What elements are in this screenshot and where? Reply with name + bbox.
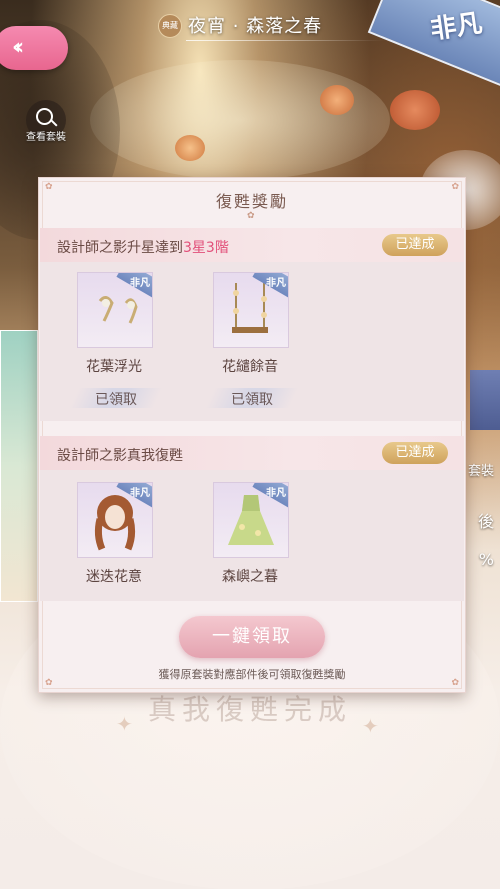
- section-condition: 設計師之影真我復甦: [57, 448, 183, 464]
- reward-item-name: 花葉浮光: [86, 359, 142, 375]
- revival-reward-dialog: ✿ ✿ ✿ ✿ 復甦獎勵 ✿ 設計師之影升星達到3星3階 已達成 非凡 花葉浮光: [38, 177, 466, 693]
- outfit-title: 夜宵 · 森落之春: [188, 16, 323, 37]
- reward-item-icon: 非凡: [213, 272, 289, 348]
- claimed-label-text: 已領取: [231, 392, 273, 408]
- rarity-tag-label: 非凡: [130, 488, 150, 499]
- right-fragment-text: 套裝: [467, 464, 494, 479]
- reward-item-name: 迷迭花意: [86, 569, 142, 585]
- side-outfit-card[interactable]: [0, 330, 38, 602]
- rarity-tag-label: 非凡: [130, 278, 150, 289]
- claim-all-button[interactable]: 一鍵領取: [179, 616, 325, 658]
- section-rewards: 非凡 迷迭花意 非凡 森嶼之暮: [40, 470, 464, 601]
- reward-item-icon: 非凡: [77, 482, 153, 558]
- section-header: 設計師之影升星達到3星3階 已達成: [40, 228, 464, 262]
- reward-item-icon: 非凡: [213, 482, 289, 558]
- double-chevron-left-icon: ‹‹: [12, 35, 24, 60]
- rarity-label: 非凡: [428, 8, 485, 46]
- claimed-label: 已領取: [204, 386, 300, 410]
- reward-item[interactable]: 非凡 迷迭花意: [66, 482, 166, 592]
- section-header: 設計師之影真我復甦 已達成: [40, 436, 464, 470]
- achieved-badge: 已達成: [382, 234, 448, 256]
- title-underline: [186, 40, 386, 41]
- dialog-title: 復甦獎勵: [215, 192, 288, 211]
- sparkle-icon: ✦: [116, 712, 133, 736]
- section-rewards: 非凡 花葉浮光 已領取 非凡 花繾餘音 已領取: [40, 262, 464, 421]
- rarity-tag-label: 非凡: [266, 278, 286, 289]
- reward-item[interactable]: 非凡 森嶼之暮: [202, 482, 302, 592]
- reward-item[interactable]: 非凡 花葉浮光 已領取: [66, 272, 166, 422]
- reward-item-icon: 非凡: [77, 272, 153, 348]
- outfit-title-bar: 典藏 夜宵 · 森落之春: [150, 8, 386, 42]
- title-flower-icon: ✿: [247, 211, 255, 221]
- reward-item-name: 花繾餘音: [222, 359, 278, 375]
- claimed-label-text: 已領取: [95, 392, 137, 408]
- view-outfit-button[interactable]: 查看套裝: [22, 100, 70, 144]
- reward-section-star-up: 設計師之影升星達到3星3階 已達成 非凡 花葉浮光 已領取 非凡 花繾餘音 已領…: [40, 228, 464, 423]
- view-outfit-label: 查看套裝: [26, 132, 66, 143]
- back-button[interactable]: ‹‹: [0, 26, 68, 70]
- reward-item-name: 森嶼之暮: [222, 569, 278, 585]
- revival-complete-text: 真我復甦完成: [147, 693, 352, 726]
- right-side-tab[interactable]: [470, 370, 500, 430]
- collection-badge: 典藏: [158, 14, 182, 38]
- magnifier-icon: [36, 108, 53, 125]
- reward-section-true-self: 設計師之影真我復甦 已達成 非凡 迷迭花意 非凡 森嶼之暮: [40, 436, 464, 601]
- rarity-tag-label: 非凡: [266, 488, 286, 499]
- claim-hint-text: 獲得原套裝對應部件後可領取復甦獎勵: [158, 668, 346, 681]
- reward-item[interactable]: 非凡 花繾餘音 已領取: [202, 272, 302, 422]
- right-fragment-text: 後: [477, 512, 494, 531]
- right-fragment-text: %: [478, 550, 494, 569]
- sparkle-icon: ✦: [362, 714, 379, 738]
- claimed-label: 已領取: [68, 386, 164, 410]
- achieved-badge: 已達成: [382, 442, 448, 464]
- section-condition: 設計師之影升星達到3星3階: [57, 240, 229, 256]
